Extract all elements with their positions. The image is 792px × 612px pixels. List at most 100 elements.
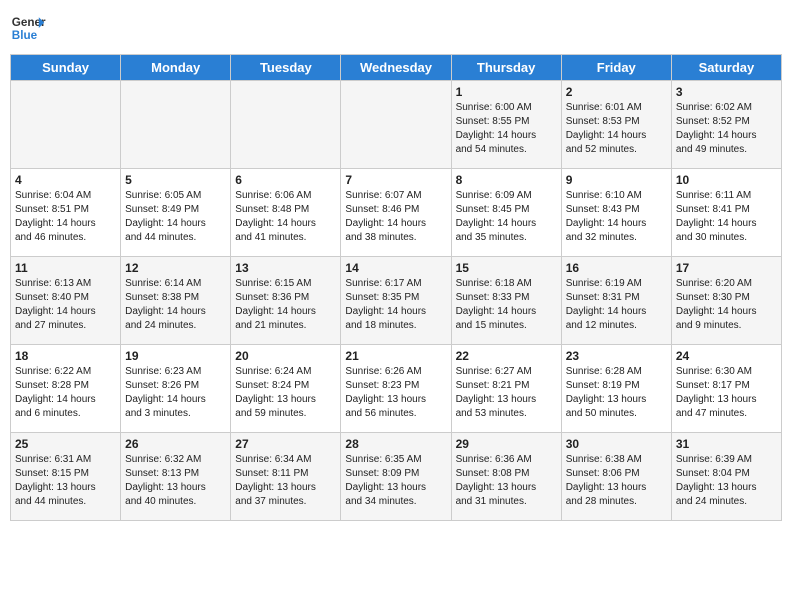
day-number: 8 — [456, 173, 557, 187]
day-number: 9 — [566, 173, 667, 187]
day-number: 1 — [456, 85, 557, 99]
day-number: 30 — [566, 437, 667, 451]
weekday-header: Wednesday — [341, 55, 451, 81]
day-number: 11 — [15, 261, 116, 275]
calendar-cell: 25 Sunrise: 6:31 AM Sunset: 8:15 PM Dayli… — [11, 433, 121, 521]
weekday-header: Friday — [561, 55, 671, 81]
calendar-cell: 31 Sunrise: 6:39 AM Sunset: 8:04 PM Dayli… — [671, 433, 781, 521]
day-info: Sunrise: 6:19 AM Sunset: 8:31 PM Dayligh… — [566, 277, 667, 333]
day-number: 2 — [566, 85, 667, 99]
day-number: 29 — [456, 437, 557, 451]
day-info: Sunrise: 6:18 AM Sunset: 8:33 PM Dayligh… — [456, 277, 557, 333]
weekday-header: Sunday — [11, 55, 121, 81]
day-info: Sunrise: 6:11 AM Sunset: 8:41 PM Dayligh… — [676, 189, 777, 245]
day-number: 13 — [235, 261, 336, 275]
calendar-cell: 17 Sunrise: 6:20 AM Sunset: 8:30 PM Dayli… — [671, 257, 781, 345]
day-number: 25 — [15, 437, 116, 451]
day-info: Sunrise: 6:06 AM Sunset: 8:48 PM Dayligh… — [235, 189, 336, 245]
day-info: Sunrise: 6:30 AM Sunset: 8:17 PM Dayligh… — [676, 365, 777, 421]
day-info: Sunrise: 6:07 AM Sunset: 8:46 PM Dayligh… — [345, 189, 446, 245]
calendar-cell: 8 Sunrise: 6:09 AM Sunset: 8:45 PM Daylig… — [451, 169, 561, 257]
day-info: Sunrise: 6:39 AM Sunset: 8:04 PM Dayligh… — [676, 453, 777, 509]
calendar-cell: 22 Sunrise: 6:27 AM Sunset: 8:21 PM Dayli… — [451, 345, 561, 433]
calendar-cell: 10Sunrise: 6:11 AM Sunset: 8:41 PM Dayli… — [671, 169, 781, 257]
day-info: Sunrise: 6:17 AM Sunset: 8:35 PM Dayligh… — [345, 277, 446, 333]
day-number: 20 — [235, 349, 336, 363]
day-number: 19 — [125, 349, 226, 363]
calendar-cell: 27Sunrise: 6:34 AM Sunset: 8:11 PM Dayli… — [231, 433, 341, 521]
day-info: Sunrise: 6:09 AM Sunset: 8:45 PM Dayligh… — [456, 189, 557, 245]
day-number: 18 — [15, 349, 116, 363]
day-number: 17 — [676, 261, 777, 275]
calendar-cell: 18 Sunrise: 6:22 AM Sunset: 8:28 PM Dayli… — [11, 345, 121, 433]
day-info: Sunrise: 6:01 AM Sunset: 8:53 PM Dayligh… — [566, 101, 667, 157]
calendar-cell: 16 Sunrise: 6:19 AM Sunset: 8:31 PM Dayli… — [561, 257, 671, 345]
calendar-cell: 23Sunrise: 6:28 AM Sunset: 8:19 PM Dayli… — [561, 345, 671, 433]
day-info: Sunrise: 6:27 AM Sunset: 8:21 PM Dayligh… — [456, 365, 557, 421]
calendar-cell: 24 Sunrise: 6:30 AM Sunset: 8:17 PM Dayli… — [671, 345, 781, 433]
calendar-cell: 6 Sunrise: 6:06 AM Sunset: 8:48 PM Daylig… — [231, 169, 341, 257]
day-info: Sunrise: 6:26 AM Sunset: 8:23 PM Dayligh… — [345, 365, 446, 421]
calendar-cell: 28Sunrise: 6:35 AM Sunset: 8:09 PM Dayli… — [341, 433, 451, 521]
logo-icon: General Blue — [10, 10, 46, 46]
calendar-cell: 13 Sunrise: 6:15 AM Sunset: 8:36 PM Dayli… — [231, 257, 341, 345]
day-info: Sunrise: 6:32 AM Sunset: 8:13 PM Dayligh… — [125, 453, 226, 509]
calendar-cell: 30 Sunrise: 6:38 AM Sunset: 8:06 PM Dayli… — [561, 433, 671, 521]
weekday-header: Saturday — [671, 55, 781, 81]
day-number: 28 — [345, 437, 446, 451]
day-info: Sunrise: 6:15 AM Sunset: 8:36 PM Dayligh… — [235, 277, 336, 333]
day-info: Sunrise: 6:02 AM Sunset: 8:52 PM Dayligh… — [676, 101, 777, 157]
weekday-header: Thursday — [451, 55, 561, 81]
calendar-week-row: 25 Sunrise: 6:31 AM Sunset: 8:15 PM Dayli… — [11, 433, 782, 521]
day-number: 14 — [345, 261, 446, 275]
calendar-cell: 11 Sunrise: 6:13 AM Sunset: 8:40 PM Dayli… — [11, 257, 121, 345]
calendar-cell: 9 Sunrise: 6:10 AM Sunset: 8:43 PM Daylig… — [561, 169, 671, 257]
day-info: Sunrise: 6:00 AM Sunset: 8:55 PM Dayligh… — [456, 101, 557, 157]
calendar-cell — [11, 81, 121, 169]
day-number: 6 — [235, 173, 336, 187]
svg-text:Blue: Blue — [12, 29, 38, 42]
calendar-cell: 15 Sunrise: 6:18 AM Sunset: 8:33 PM Dayli… — [451, 257, 561, 345]
calendar-cell — [231, 81, 341, 169]
day-info: Sunrise: 6:34 AM Sunset: 8:11 PM Dayligh… — [235, 453, 336, 509]
day-info: Sunrise: 6:38 AM Sunset: 8:06 PM Dayligh… — [566, 453, 667, 509]
calendar-cell: 14 Sunrise: 6:17 AM Sunset: 8:35 PM Dayli… — [341, 257, 451, 345]
day-number: 16 — [566, 261, 667, 275]
calendar-cell: 26 Sunrise: 6:32 AM Sunset: 8:13 PM Dayli… — [121, 433, 231, 521]
day-info: Sunrise: 6:31 AM Sunset: 8:15 PM Dayligh… — [15, 453, 116, 509]
weekday-header: Tuesday — [231, 55, 341, 81]
day-number: 31 — [676, 437, 777, 451]
calendar-cell: 21Sunrise: 6:26 AM Sunset: 8:23 PM Dayli… — [341, 345, 451, 433]
calendar-cell: 5 Sunrise: 6:05 AM Sunset: 8:49 PM Daylig… — [121, 169, 231, 257]
day-info: Sunrise: 6:22 AM Sunset: 8:28 PM Dayligh… — [15, 365, 116, 421]
day-info: Sunrise: 6:05 AM Sunset: 8:49 PM Dayligh… — [125, 189, 226, 245]
day-number: 4 — [15, 173, 116, 187]
calendar-cell: 29 Sunrise: 6:36 AM Sunset: 8:08 PM Dayli… — [451, 433, 561, 521]
day-number: 3 — [676, 85, 777, 99]
calendar-cell — [341, 81, 451, 169]
calendar-week-row: 4 Sunrise: 6:04 AM Sunset: 8:51 PM Daylig… — [11, 169, 782, 257]
calendar-week-row: 1 Sunrise: 6:00 AM Sunset: 8:55 PM Daylig… — [11, 81, 782, 169]
day-info: Sunrise: 6:04 AM Sunset: 8:51 PM Dayligh… — [15, 189, 116, 245]
calendar-week-row: 18 Sunrise: 6:22 AM Sunset: 8:28 PM Dayli… — [11, 345, 782, 433]
day-number: 15 — [456, 261, 557, 275]
calendar-cell: 2 Sunrise: 6:01 AM Sunset: 8:53 PM Daylig… — [561, 81, 671, 169]
day-number: 22 — [456, 349, 557, 363]
day-info: Sunrise: 6:13 AM Sunset: 8:40 PM Dayligh… — [15, 277, 116, 333]
day-info: Sunrise: 6:36 AM Sunset: 8:08 PM Dayligh… — [456, 453, 557, 509]
calendar-cell — [121, 81, 231, 169]
calendar-cell: 3 Sunrise: 6:02 AM Sunset: 8:52 PM Daylig… — [671, 81, 781, 169]
day-info: Sunrise: 6:14 AM Sunset: 8:38 PM Dayligh… — [125, 277, 226, 333]
logo: General Blue — [10, 10, 46, 46]
calendar-cell: 7 Sunrise: 6:07 AM Sunset: 8:46 PM Daylig… — [341, 169, 451, 257]
day-info: Sunrise: 6:24 AM Sunset: 8:24 PM Dayligh… — [235, 365, 336, 421]
day-number: 23 — [566, 349, 667, 363]
day-info: Sunrise: 6:10 AM Sunset: 8:43 PM Dayligh… — [566, 189, 667, 245]
day-number: 24 — [676, 349, 777, 363]
calendar-week-row: 11 Sunrise: 6:13 AM Sunset: 8:40 PM Dayli… — [11, 257, 782, 345]
day-number: 5 — [125, 173, 226, 187]
day-number: 7 — [345, 173, 446, 187]
day-number: 26 — [125, 437, 226, 451]
day-info: Sunrise: 6:20 AM Sunset: 8:30 PM Dayligh… — [676, 277, 777, 333]
day-info: Sunrise: 6:23 AM Sunset: 8:26 PM Dayligh… — [125, 365, 226, 421]
